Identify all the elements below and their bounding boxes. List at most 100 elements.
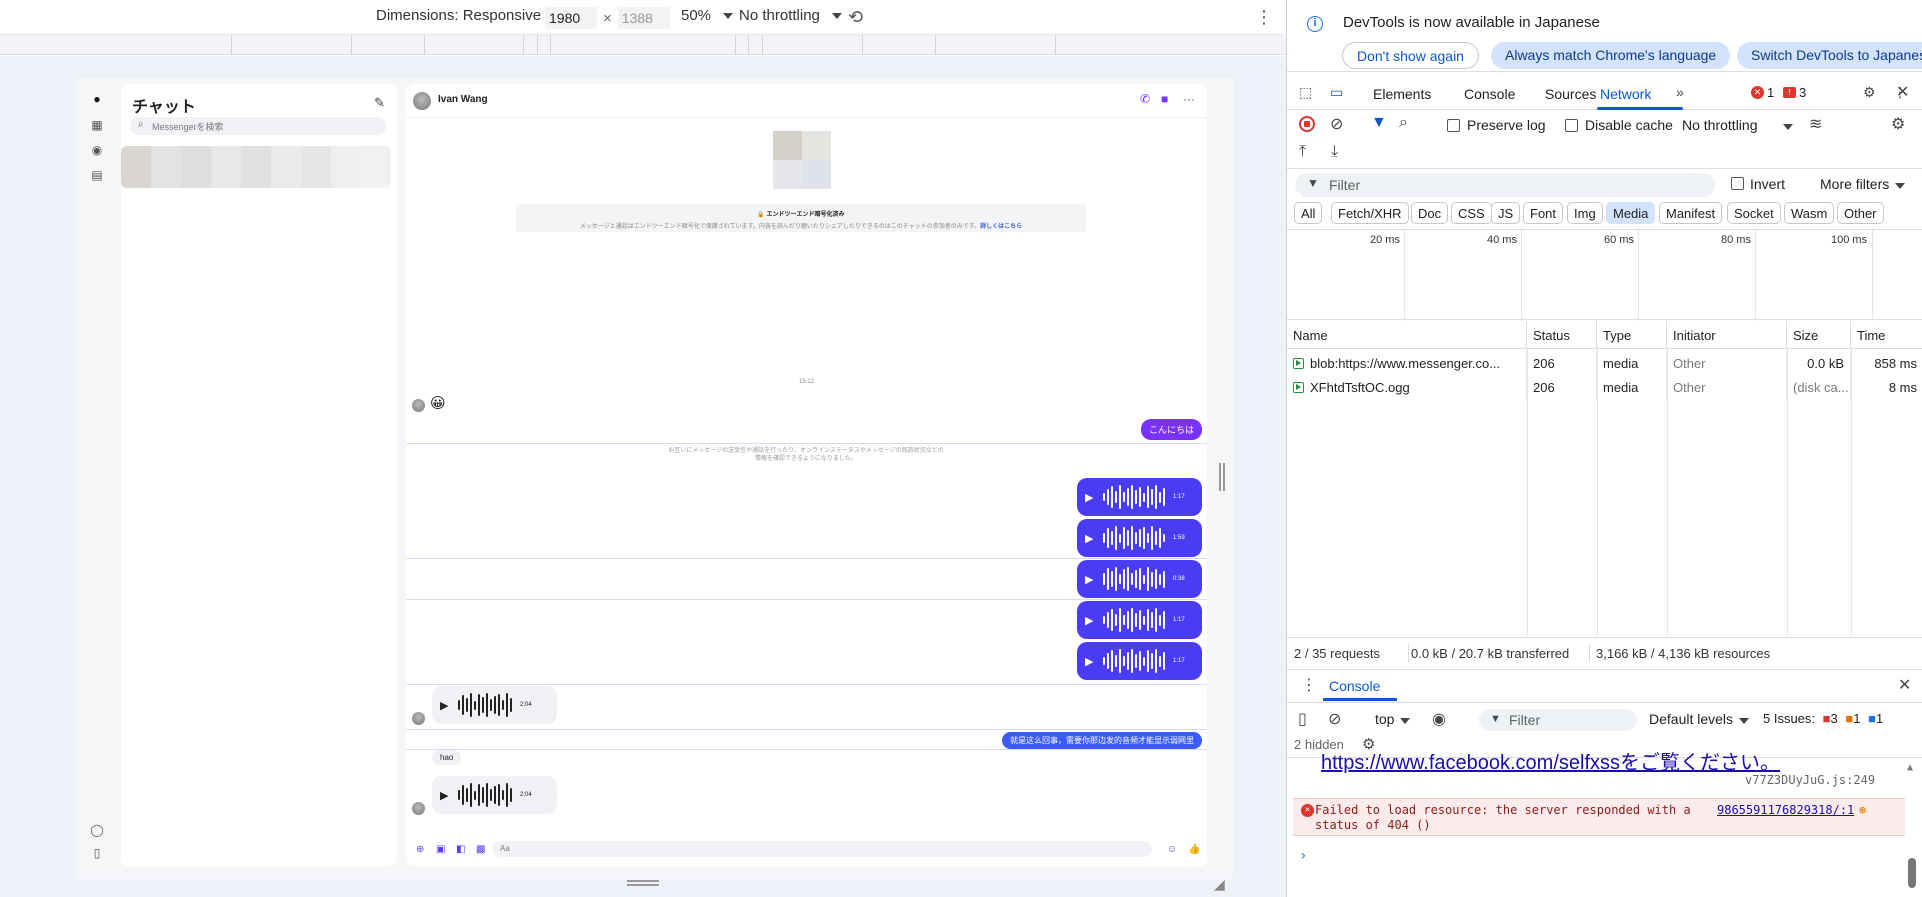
console-error-source[interactable]: 9865591176829318/:1	[1717, 803, 1854, 817]
requests-icon[interactable]: ◉	[88, 141, 106, 159]
corner-resize-icon[interactable]: ◢	[1214, 876, 1225, 893]
outgoing-voice-message[interactable]: ▶ 1:17	[1077, 601, 1202, 639]
tab-network[interactable]: Network	[1600, 86, 1651, 102]
learn-more-link[interactable]: 詳しくはこちら	[980, 224, 1022, 230]
incoming-voice-message[interactable]: ▶ 2:04	[432, 686, 557, 724]
disable-cache-checkbox[interactable]	[1565, 119, 1578, 132]
archive-icon[interactable]: ▤	[88, 166, 106, 184]
like-icon[interactable]: 👍	[1188, 844, 1200, 855]
chats-icon[interactable]: ●	[88, 90, 106, 108]
type-filter-doc[interactable]: Doc	[1411, 202, 1449, 224]
profile-icon[interactable]: ◯	[88, 821, 106, 839]
search-icon[interactable]: ⌕	[1399, 114, 1408, 132]
width-input[interactable]	[545, 7, 597, 29]
type-filter-other[interactable]: Other	[1837, 202, 1884, 224]
play-icon[interactable]: ▶	[1085, 614, 1099, 627]
type-filter-wasm[interactable]: Wasm	[1784, 202, 1835, 224]
inspect-icon[interactable]: ⬚	[1299, 84, 1312, 101]
play-icon[interactable]: ▶	[1085, 491, 1099, 504]
dont-show-again-button[interactable]: Don't show again	[1342, 42, 1479, 69]
play-icon[interactable]: ▶	[440, 789, 454, 802]
more-tabs-icon[interactable]: »	[1676, 84, 1684, 100]
switch-language-button[interactable]: Switch DevTools to Japanese	[1737, 42, 1922, 69]
tab-console[interactable]: Console	[1464, 86, 1515, 102]
eye-icon[interactable]: ◉	[1432, 709, 1446, 729]
error-counter[interactable]: ✕ 1	[1751, 85, 1774, 100]
column-time[interactable]: Time	[1851, 321, 1922, 349]
more-icon[interactable]: ···	[1183, 92, 1195, 106]
export-har-icon[interactable]: ⤓	[1331, 143, 1338, 161]
sticker-icon[interactable]: ◧	[456, 844, 465, 855]
invert-checkbox[interactable]	[1731, 177, 1744, 190]
video-call-icon[interactable]: ■	[1161, 92, 1168, 106]
height-input[interactable]	[617, 7, 670, 29]
match-language-button[interactable]: Always match Chrome's language	[1491, 42, 1731, 69]
dimensions-dropdown[interactable]: Dimensions: Responsive	[376, 7, 564, 24]
incoming-voice-message[interactable]: ▶ 2:04	[432, 776, 557, 814]
type-filter-font[interactable]: Font	[1523, 202, 1564, 224]
gif-icon[interactable]: ▩	[476, 844, 485, 855]
record-icon[interactable]	[1299, 116, 1315, 132]
more-filters-dropdown[interactable]: More filters	[1820, 176, 1906, 192]
outgoing-voice-message[interactable]: ▶ 1:59	[1077, 519, 1202, 557]
sidebar-toggle-icon[interactable]: ▯	[88, 844, 106, 862]
close-drawer-icon[interactable]: ✕	[1898, 675, 1911, 695]
image-icon[interactable]: ▣	[436, 844, 445, 855]
console-scrollbar[interactable]	[1908, 858, 1916, 888]
import-har-icon[interactable]: ⤒	[1299, 143, 1306, 161]
type-filter-js[interactable]: JS	[1491, 202, 1521, 224]
phone-icon[interactable]: ✆	[1140, 92, 1150, 106]
type-filter-manifest[interactable]: Manifest	[1659, 202, 1723, 224]
chat-list-item-blurred[interactable]	[121, 146, 391, 188]
console-source-link[interactable]: v77Z3DUyJuG.js:249	[1745, 773, 1875, 787]
emoji-icon[interactable]: ☺	[1167, 844, 1177, 855]
preserve-log-checkbox[interactable]	[1447, 119, 1460, 132]
issues-counter[interactable]: 5 Issues: ■3 ■1 ■1	[1763, 711, 1883, 726]
viewport-bottom-handle[interactable]	[627, 880, 659, 886]
outgoing-voice-message[interactable]: ▶ 1:17	[1077, 642, 1202, 680]
drawer-menu-icon[interactable]: ⋮	[1301, 675, 1317, 695]
console-filter-input[interactable]: ▼ Filter	[1479, 709, 1637, 731]
tab-sources[interactable]: Sources	[1545, 86, 1596, 102]
warning-counter[interactable]: ! 3	[1783, 85, 1806, 100]
more-options-icon[interactable]: ⋮	[1255, 7, 1273, 28]
network-request-icon[interactable]: ⊛	[1859, 803, 1866, 817]
clear-icon[interactable]: ⊘	[1330, 114, 1343, 134]
device-toggle-icon[interactable]: ▭	[1330, 84, 1343, 101]
selfxss-link[interactable]: https://www.facebook.com/selfxssをご覧ください。	[1321, 746, 1780, 775]
type-filter-fetch-xhr[interactable]: Fetch/XHR	[1331, 202, 1409, 224]
default-levels-dropdown[interactable]: Default levels	[1649, 711, 1750, 727]
console-sidebar-icon[interactable]: ▯	[1298, 709, 1307, 729]
console-prompt-icon[interactable]: ›	[1299, 848, 1307, 864]
type-filter-media[interactable]: Media	[1606, 202, 1656, 224]
network-filter-input[interactable]: ▼ Filter	[1295, 173, 1715, 197]
column-type[interactable]: Type	[1597, 321, 1667, 349]
play-icon[interactable]: ▶	[440, 699, 454, 712]
clear-console-icon[interactable]: ⊘	[1328, 709, 1341, 729]
network-settings-icon[interactable]: ⚙	[1891, 114, 1905, 134]
viewport-resize-handle[interactable]	[1219, 463, 1225, 491]
type-filter-css[interactable]: CSS	[1451, 202, 1492, 224]
compose-icon[interactable]: ✎	[374, 95, 385, 111]
scroll-up-icon[interactable]: ▲	[1907, 762, 1913, 773]
outgoing-voice-message[interactable]: ▶ 0:38	[1077, 560, 1202, 598]
contact-name[interactable]: Ivan Wang	[438, 94, 488, 105]
rotate-icon[interactable]: ⟲	[848, 7, 863, 28]
plus-icon[interactable]: ⊕	[416, 844, 424, 855]
play-icon[interactable]: ▶	[1085, 532, 1099, 545]
message-input[interactable]: Aa	[492, 841, 1152, 857]
outgoing-voice-message[interactable]: ▶ 1:17	[1077, 478, 1202, 516]
marketplace-icon[interactable]: ▦	[88, 116, 106, 134]
filter-icon[interactable]: ▼	[1371, 114, 1387, 132]
tab-elements[interactable]: Elements	[1373, 86, 1431, 102]
close-devtools-icon[interactable]: ✕	[1896, 82, 1909, 102]
type-filter-socket[interactable]: Socket	[1727, 202, 1781, 224]
messenger-search-input[interactable]: ⌕ Messengerを検索	[130, 117, 386, 135]
column-initiator[interactable]: Initiator	[1667, 321, 1787, 349]
column-name[interactable]: Name	[1287, 321, 1527, 349]
contact-avatar[interactable]	[413, 92, 431, 110]
network-throttling-dropdown[interactable]: No throttling	[1682, 117, 1794, 133]
device-throttling-dropdown[interactable]: No throttling	[739, 7, 842, 24]
type-filter-all[interactable]: All	[1294, 202, 1323, 224]
type-filter-img[interactable]: Img	[1567, 202, 1603, 224]
